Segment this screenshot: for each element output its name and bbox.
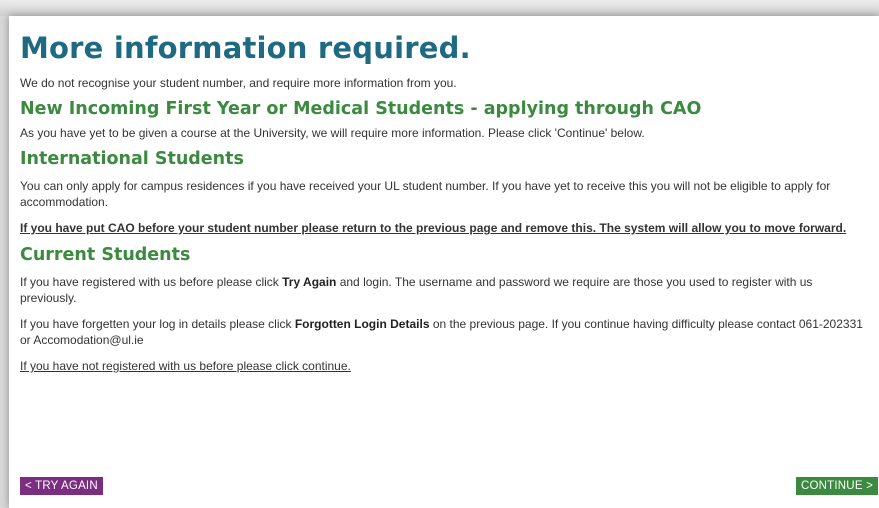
forgotten-text-part1: If you have forgetten your log in detail… — [20, 317, 295, 331]
page-title: More information required. — [20, 31, 471, 65]
forgotten-login-emphasis: Forgotten Login Details — [294, 317, 430, 331]
window-top-edge — [0, 0, 879, 16]
continue-button[interactable]: CONTINUE > — [796, 477, 878, 495]
international-heading: International Students — [20, 149, 244, 169]
not-registered-link[interactable]: If you have not registered with us befor… — [20, 358, 869, 374]
intro-text: We do not recognise your student number,… — [20, 76, 457, 90]
forgotten-login-text: If you have forgetten your log in detail… — [20, 316, 869, 348]
cao-heading: New Incoming First Year or Medical Stude… — [20, 99, 702, 119]
try-again-emphasis: Try Again — [282, 275, 337, 289]
cao-warning-link[interactable]: If you have put CAO before your student … — [20, 220, 869, 236]
current-students-heading: Current Students — [20, 245, 191, 265]
cao-text: As you have yet to be given a course at … — [20, 126, 645, 140]
info-panel: More information required. We do not rec… — [9, 16, 879, 508]
current-students-text: If you have registered with us before pl… — [20, 274, 869, 306]
international-text: You can only apply for campus residences… — [20, 179, 831, 209]
current-text-part1: If you have registered with us before pl… — [20, 275, 283, 289]
try-again-button[interactable]: < TRY AGAIN — [20, 477, 103, 495]
